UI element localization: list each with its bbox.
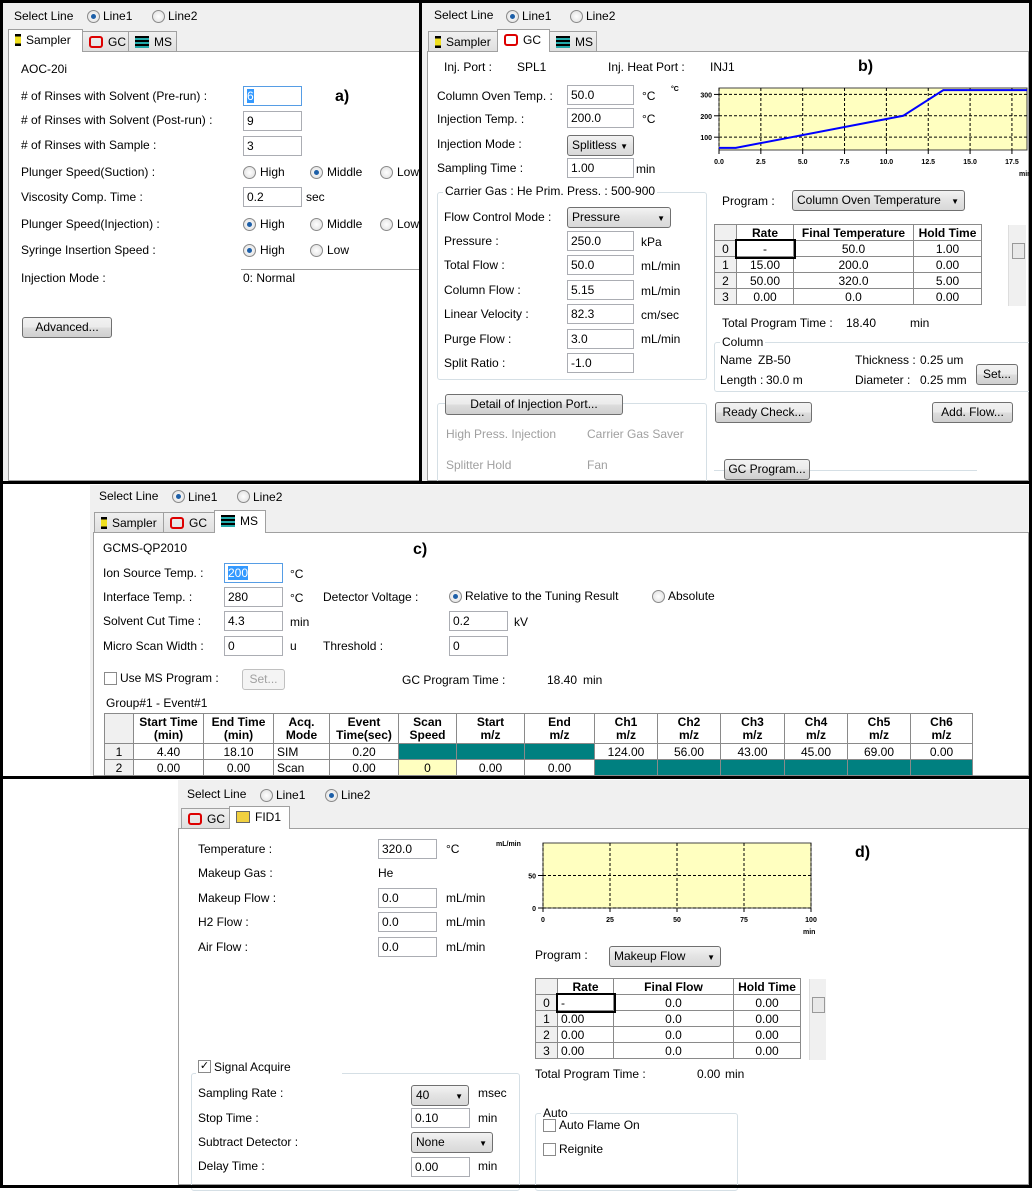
- fid-total-time-label: Total Program Time :: [535, 1067, 646, 1081]
- table-row[interactable]: 3 0.00 0.0 0.00: [535, 1042, 801, 1059]
- row-number: 1: [535, 1010, 558, 1027]
- chevron-down-icon: ▼: [455, 1092, 463, 1101]
- x-tick-label: 100: [805, 917, 817, 924]
- y-tick-label: 0: [532, 906, 536, 913]
- stop-time-label: Stop Time :: [198, 1111, 259, 1125]
- stop-time-input[interactable]: 0.10: [411, 1108, 470, 1128]
- tab-label: FID1: [255, 810, 282, 824]
- signal-acquire-label: Signal Acquire: [214, 1060, 291, 1074]
- syringe-icon: [15, 34, 21, 46]
- x-axis-label: min: [803, 929, 815, 936]
- fid-program-select[interactable]: Makeup Flow ▼: [609, 946, 721, 967]
- auto-flame-label: Auto Flame On: [559, 1118, 640, 1132]
- x-tick-label: 0: [541, 917, 545, 924]
- column-header[interactable]: Hold Time: [733, 978, 801, 995]
- row-number: 0: [535, 994, 558, 1011]
- table-cell[interactable]: 0.0: [613, 994, 734, 1011]
- tab-fid1[interactable]: FID1: [229, 806, 290, 829]
- table-cell[interactable]: 0.0: [613, 1026, 734, 1043]
- tab-label: GC: [523, 33, 541, 47]
- table-scrollbar[interactable]: [809, 979, 826, 1060]
- frame-border: [419, 0, 422, 483]
- row-number: 3: [535, 1042, 558, 1059]
- x-tick-label: 75: [740, 917, 748, 924]
- fid-total-time-unit: min: [725, 1067, 745, 1081]
- subtract-detector-select[interactable]: None ▼: [411, 1132, 493, 1153]
- column-header[interactable]: Final Flow: [613, 978, 734, 995]
- x-tick-label: 25: [606, 917, 614, 924]
- table-cell[interactable]: 0.00: [557, 1010, 614, 1027]
- table-row[interactable]: 0-0.0 0.00: [535, 992, 801, 1013]
- column-header[interactable]: Rate: [557, 978, 614, 995]
- reignite-checkbox[interactable]: [543, 1143, 556, 1156]
- stop-time-unit: min: [478, 1111, 498, 1125]
- table-cell[interactable]: 0.0: [613, 1010, 734, 1027]
- table-cell[interactable]: 0.00: [557, 1026, 614, 1043]
- selected-value: None: [416, 1135, 445, 1149]
- reignite-label: Reignite: [559, 1142, 604, 1156]
- frame-border: [0, 776, 1032, 779]
- ms-icon: [221, 515, 235, 527]
- fid-program-label: Program :: [535, 948, 588, 962]
- table-cell[interactable]: 0.00: [557, 1042, 614, 1059]
- tab-label: Sampler: [26, 33, 71, 47]
- table-cell[interactable]: -: [555, 992, 616, 1013]
- selected-value: Makeup Flow: [614, 949, 686, 963]
- makeup-flow-chart: 0 25 50 75 100 0 50 mL/min min: [496, 841, 817, 936]
- table-row[interactable]: 2 0.00 0.0 0.00: [535, 1026, 801, 1043]
- corner-cell: [535, 978, 558, 995]
- tab-label: MS: [240, 514, 258, 528]
- tab-ms[interactable]: MS: [214, 510, 266, 533]
- auto-flame-checkbox[interactable]: [543, 1119, 556, 1132]
- delay-time-label: Delay Time :: [198, 1159, 265, 1173]
- table-row[interactable]: 1 0.00 0.0 0.00: [535, 1010, 801, 1027]
- delay-time-unit: min: [478, 1159, 498, 1173]
- y-axis-label: mL/min: [496, 841, 521, 848]
- sampling-rate-label: Sampling Rate :: [198, 1086, 284, 1100]
- y-tick-label: 50: [528, 874, 536, 881]
- x-tick-label: 50: [673, 917, 681, 924]
- table-cell[interactable]: 0.00: [733, 1026, 801, 1043]
- grid: Rate Final Flow Hold Time 0-0.0 0.00 1 0.00 0.0…: [535, 978, 801, 1059]
- table-cell[interactable]: 0.00: [733, 1010, 801, 1027]
- subtract-detector-label: Subtract Detector :: [198, 1135, 299, 1149]
- delay-time-input[interactable]: 0.00: [411, 1157, 470, 1177]
- table-cell[interactable]: 0.0: [613, 1042, 734, 1059]
- gc-coil-icon: [504, 34, 518, 46]
- tab-gc[interactable]: GC: [497, 29, 550, 52]
- signal-acquire-checkbox[interactable]: ✓: [198, 1060, 211, 1073]
- selected-value: 40: [416, 1088, 430, 1102]
- chevron-down-icon: ▼: [707, 953, 715, 962]
- row-number: 2: [535, 1026, 558, 1043]
- sampling-rate-unit: msec: [478, 1086, 507, 1100]
- chevron-down-icon: ▼: [479, 1139, 487, 1148]
- table-cell[interactable]: 0.00: [733, 994, 801, 1011]
- frame-border: [0, 0, 3, 1188]
- tab-sampler[interactable]: Sampler: [8, 29, 83, 52]
- frame-border: [0, 481, 1032, 484]
- sampling-rate-select[interactable]: 40 ▼: [411, 1085, 469, 1106]
- fid-total-time-value: 0.00: [697, 1067, 721, 1081]
- table-cell[interactable]: 0.00: [733, 1042, 801, 1059]
- fid-detector-icon: [236, 811, 250, 823]
- frame-border: [0, 0, 1032, 3]
